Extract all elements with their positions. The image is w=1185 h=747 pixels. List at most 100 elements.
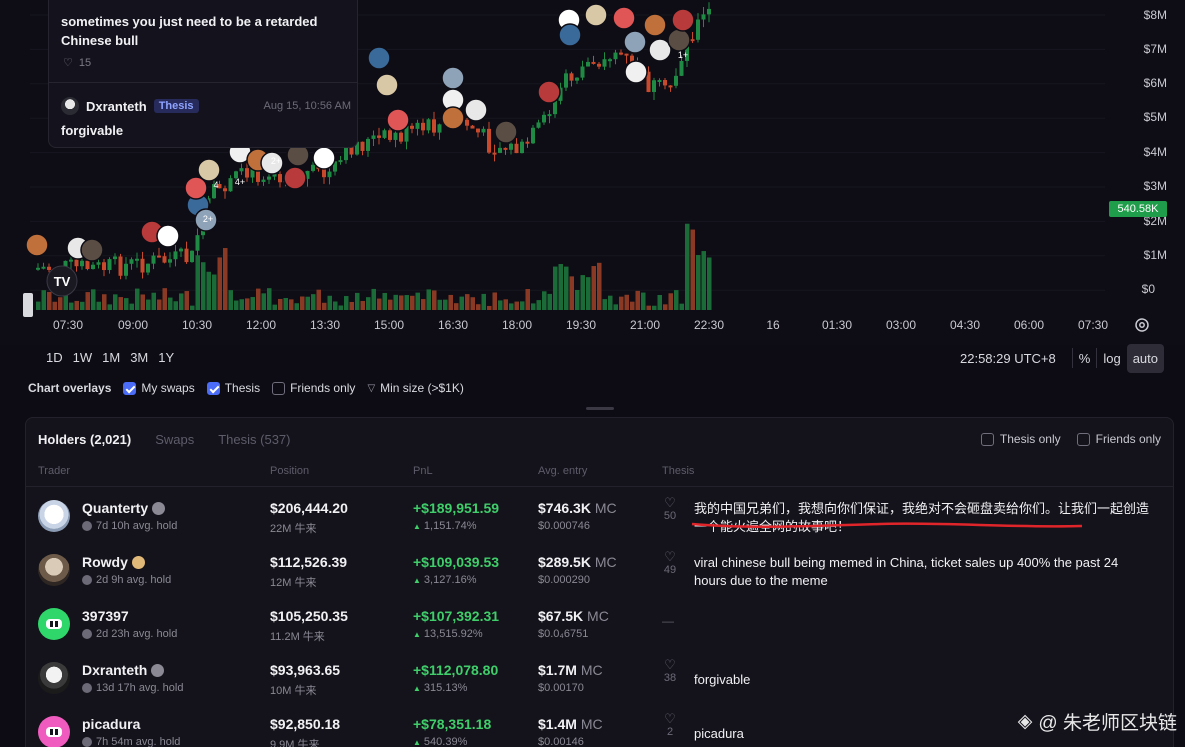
friends-only-label: Friends only xyxy=(290,381,356,395)
heart-icon[interactable]: ♡ xyxy=(662,496,678,510)
my-swaps-toggle[interactable]: My swaps xyxy=(123,381,195,395)
trader-name[interactable]: Dxranteth xyxy=(82,662,165,678)
heart-icon[interactable]: ♡ xyxy=(662,712,678,726)
candle xyxy=(151,255,156,264)
candle xyxy=(239,168,244,172)
col-trader-header[interactable]: Trader xyxy=(38,465,70,477)
checkbox-icon[interactable] xyxy=(980,432,994,446)
price-axis-label: $3M xyxy=(1143,179,1167,193)
volume-bar xyxy=(267,288,272,310)
trade-marker-avatar xyxy=(558,23,582,47)
candle xyxy=(382,130,387,138)
auto-scale-button[interactable]: auto xyxy=(1126,343,1164,373)
range-1y-button[interactable]: 1Y xyxy=(158,350,174,365)
col-position-header[interactable]: Position xyxy=(270,465,309,477)
avatar[interactable] xyxy=(38,608,70,640)
settings-gear-icon[interactable] xyxy=(1133,316,1151,334)
volume-bar xyxy=(580,275,585,310)
thesis-only-filter[interactable]: Thesis only xyxy=(980,432,1061,446)
thesis-text[interactable]: forgivable xyxy=(694,671,1154,689)
volume-bar xyxy=(371,288,376,310)
volume-bar xyxy=(608,295,613,310)
checkbox-icon[interactable] xyxy=(1076,432,1090,446)
checkbox-icon[interactable] xyxy=(123,381,137,395)
chart-overlays-bar: Chart overlays My swaps Thesis Friends o… xyxy=(28,381,476,395)
table-row[interactable]: Quanterty 7d 10h avg. hold $206,444.20 2… xyxy=(26,490,1173,544)
table-row[interactable]: Rowdy 2d 9h avg. hold $112,526.39 12M 牛来… xyxy=(26,544,1173,598)
volume-bar xyxy=(410,295,415,310)
table-row[interactable]: 397397 2d 23h avg. hold $105,250.35 11.2… xyxy=(26,598,1173,652)
avatar[interactable] xyxy=(38,554,70,586)
candle xyxy=(393,132,398,140)
volume-bar xyxy=(470,297,475,310)
filter-icon: ▽ xyxy=(367,382,376,394)
tab-holders[interactable]: Holders (2,021) xyxy=(38,432,131,447)
table-row[interactable]: Dxranteth 13d 17h avg. hold $93,963.65 1… xyxy=(26,652,1173,706)
range-3m-button[interactable]: 3M xyxy=(130,350,148,365)
min-size-filter[interactable]: ▽ Min size (>$1K) xyxy=(367,381,463,395)
log-scale-button[interactable]: log xyxy=(1103,351,1120,366)
like-button[interactable]: ♡ 49 xyxy=(662,550,678,577)
col-entry-header[interactable]: Avg. entry xyxy=(538,465,587,477)
like-button[interactable]: ♡ 50 xyxy=(662,496,678,523)
candle xyxy=(514,143,519,154)
volume-bar xyxy=(454,303,459,310)
trader-name[interactable]: Quanterty xyxy=(82,500,166,516)
pnl-percent: ▲ 3,127.16% xyxy=(413,574,477,586)
volume-bar xyxy=(602,299,607,310)
thesis-text[interactable]: viral chinese bull being memed in China,… xyxy=(694,554,1154,590)
volume-bar xyxy=(663,304,668,310)
checkbox-icon[interactable] xyxy=(272,381,286,395)
friends-only-filter[interactable]: Friends only xyxy=(1076,432,1161,446)
avatar[interactable] xyxy=(38,500,70,532)
volume-bar xyxy=(206,271,211,310)
trader-name[interactable]: 397397 xyxy=(82,608,129,624)
tab-thesis[interactable]: Thesis (537) xyxy=(218,432,290,447)
trader-name[interactable]: Rowdy xyxy=(82,554,145,570)
thesis-toggle[interactable]: Thesis xyxy=(206,381,260,395)
avatar[interactable] xyxy=(61,97,79,115)
popup-likes[interactable]: ♡ 15 xyxy=(63,56,91,70)
price-axis-label: $5M xyxy=(1143,110,1167,124)
price-chart[interactable]: 4 4+ 2+ 2+ 1+ TV $8M $7M $6M $5M $4M $3M $2M … xyxy=(0,0,1185,345)
heart-icon[interactable]: ♡ xyxy=(662,550,678,564)
friends-only-toggle[interactable]: Friends only xyxy=(272,381,355,395)
heart-icon[interactable]: ♡ xyxy=(63,56,73,69)
col-pnl-header[interactable]: PnL xyxy=(413,465,433,477)
time-axis-label: 04:30 xyxy=(949,318,981,332)
avg-hold: 2d 9h avg. hold xyxy=(82,574,171,586)
price-axis-label: $8M xyxy=(1143,8,1167,22)
trader-name[interactable]: picadura xyxy=(82,716,140,732)
volume-bar xyxy=(443,299,448,310)
trade-marker-avatar xyxy=(375,73,399,97)
chart-scale-tools: 22:58:29 UTC+8 % log auto xyxy=(960,343,1164,373)
percent-scale-button[interactable]: % xyxy=(1079,351,1091,366)
avatar[interactable] xyxy=(38,662,70,694)
range-1w-button[interactable]: 1W xyxy=(73,350,93,365)
panel-resize-handle[interactable] xyxy=(586,407,614,410)
candle xyxy=(553,100,557,115)
candle xyxy=(525,141,530,144)
up-arrow-icon: ▲ xyxy=(413,738,421,747)
popup-author-name[interactable]: Dxranteth xyxy=(86,99,147,114)
checkbox-icon[interactable] xyxy=(206,381,220,395)
tab-swaps[interactable]: Swaps xyxy=(155,432,194,447)
range-1d-button[interactable]: 1D xyxy=(46,350,63,365)
range-1m-button[interactable]: 1M xyxy=(102,350,120,365)
like-button[interactable]: ♡ 2 xyxy=(662,712,678,739)
heart-icon[interactable]: ♡ xyxy=(662,658,678,672)
candle xyxy=(487,128,491,153)
chart-scroll-handle[interactable] xyxy=(23,293,33,317)
avatar[interactable] xyxy=(38,716,70,747)
avg-hold: 2d 23h avg. hold xyxy=(82,628,177,640)
candle xyxy=(157,255,161,258)
divider xyxy=(1096,348,1098,368)
candle xyxy=(591,61,596,64)
table-row[interactable]: picadura 7h 54m avg. hold $92,850.18 9.9… xyxy=(26,706,1173,747)
candle xyxy=(586,61,590,67)
like-button[interactable]: ♡ 38 xyxy=(662,658,678,685)
time-axis-label: 13:30 xyxy=(309,318,341,332)
volume-bar xyxy=(327,295,332,310)
trade-marker-count: 4 xyxy=(213,180,218,190)
position-value: $92,850.18 xyxy=(270,716,341,732)
